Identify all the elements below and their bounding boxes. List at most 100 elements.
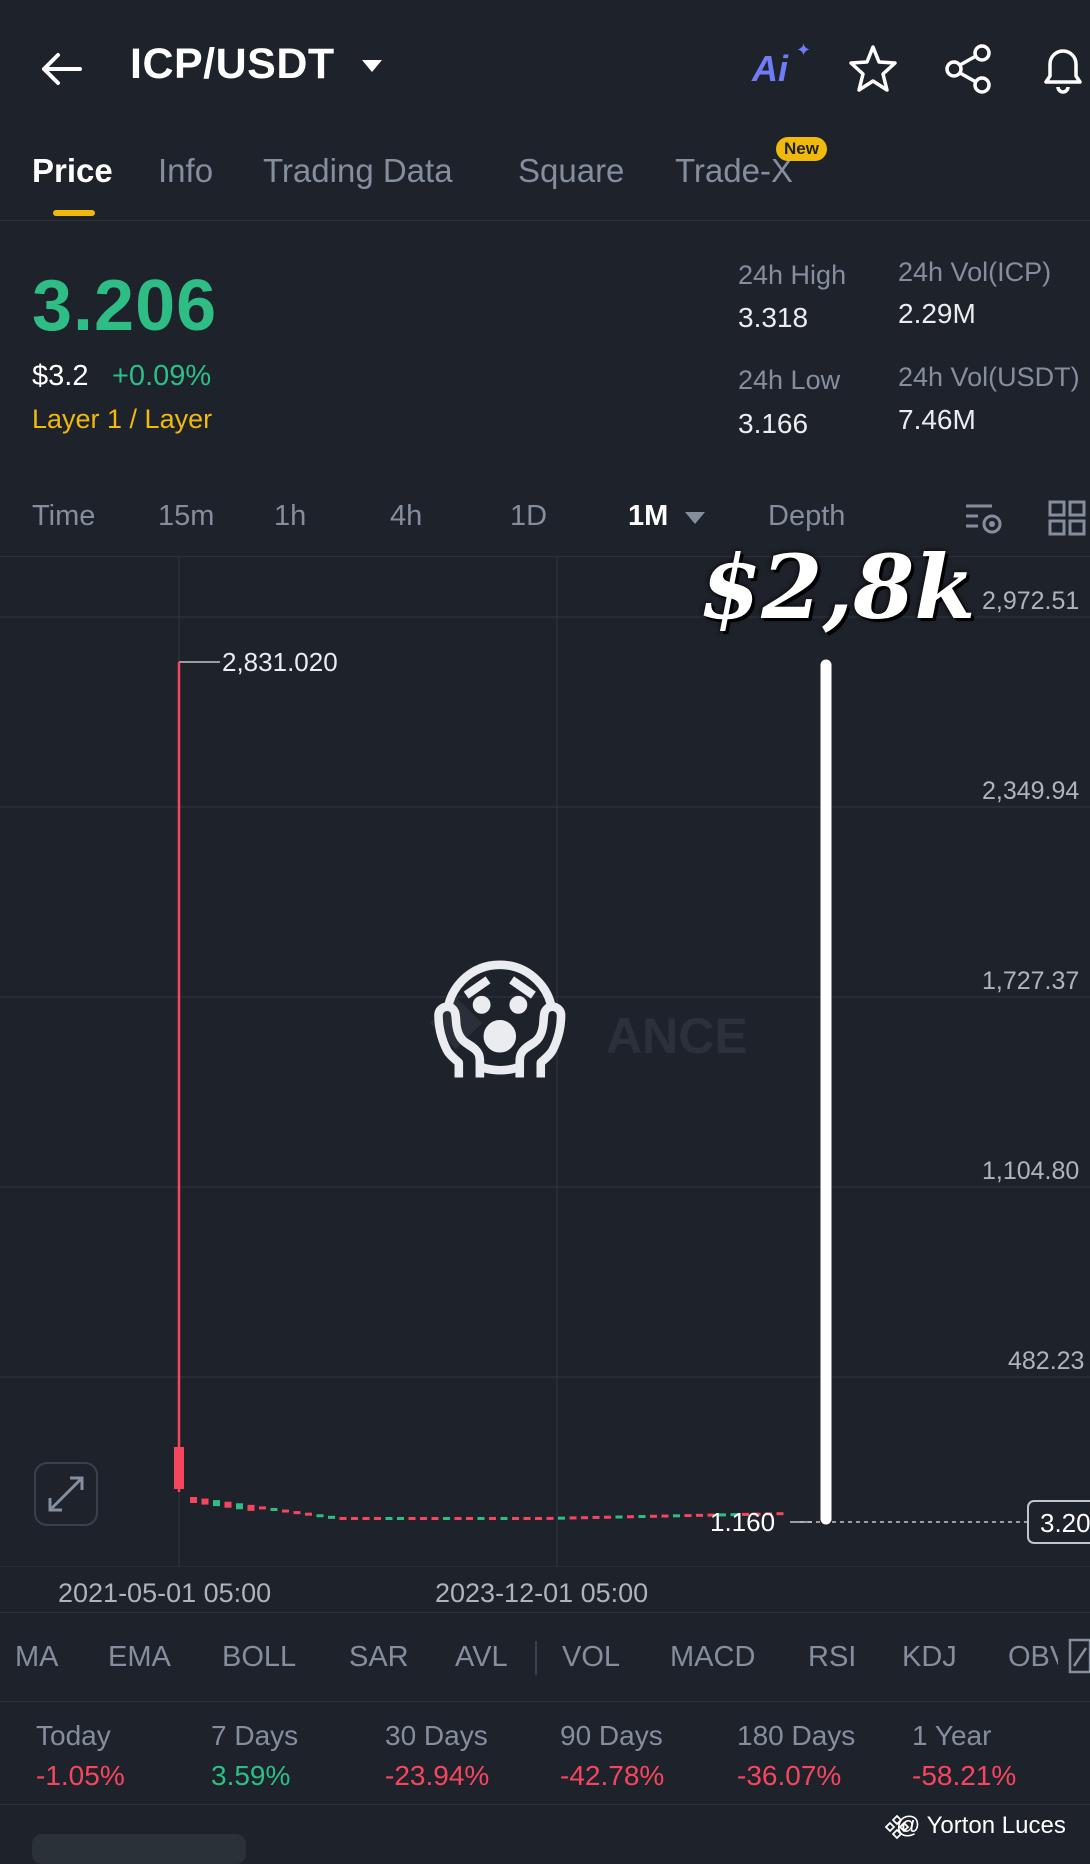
- candle-series: [190, 1497, 784, 1520]
- candle-body: [489, 1517, 496, 1520]
- perf-value-90d: -42.78%: [560, 1760, 665, 1791]
- indicator-ma[interactable]: MA: [15, 1641, 59, 1674]
- y-tick-label: 2,972.51: [982, 587, 1079, 615]
- perf-label-1y: 1 Year: [912, 1720, 992, 1751]
- low-marker-label: 1.160: [710, 1507, 775, 1537]
- bell-icon[interactable]: [1036, 42, 1090, 96]
- edit-indicators-icon[interactable]: [1068, 1636, 1090, 1676]
- category-tag[interactable]: Layer 1 / Layer: [32, 404, 212, 435]
- indicator-obv[interactable]: OBV: [1008, 1641, 1058, 1674]
- annotation-text: $2,8k: [700, 535, 976, 639]
- indicator-macd[interactable]: MACD: [670, 1641, 755, 1674]
- indicator-kdj[interactable]: KDJ: [902, 1641, 957, 1674]
- candle-body: [535, 1517, 542, 1520]
- candle-body: [431, 1517, 439, 1520]
- bottom-pill[interactable]: [32, 1834, 246, 1864]
- candle-body: [466, 1517, 473, 1520]
- vol-usdt-value: 7.46M: [898, 404, 976, 435]
- indicator-vol[interactable]: VOL: [562, 1641, 620, 1674]
- candle-body: [581, 1516, 588, 1520]
- active-tab-indicator: [53, 210, 95, 216]
- usd-price: $3.2: [32, 360, 89, 392]
- candle-body: [500, 1517, 508, 1520]
- candle-body: [673, 1514, 680, 1518]
- candle-body: [293, 1511, 301, 1515]
- candle-body: [224, 1501, 232, 1508]
- candle-body: [282, 1509, 289, 1513]
- perf-label-180d: 180 Days: [737, 1720, 856, 1751]
- ai-spark-icon: ✦: [796, 40, 812, 60]
- candle-body: [408, 1517, 416, 1520]
- tab-trading-data[interactable]: Trading Data: [263, 152, 453, 190]
- candle-body: [316, 1514, 324, 1518]
- layout-grid-icon[interactable]: [1048, 500, 1088, 536]
- high-label: 24h High: [738, 260, 847, 290]
- back-arrow-icon[interactable]: [36, 44, 86, 94]
- indicator-sar[interactable]: SAR: [349, 1641, 409, 1674]
- candle-body: [512, 1517, 519, 1520]
- tab-bar: Price Info Trading Data Square Trade-X: [0, 140, 1090, 221]
- timeframe-15m[interactable]: 15m: [158, 500, 214, 533]
- indicator-boll[interactable]: BOLL: [222, 1641, 296, 1674]
- candle-body: [420, 1517, 427, 1520]
- candle-body: [523, 1517, 531, 1520]
- perf-value-today: -1.05%: [36, 1760, 125, 1791]
- candle-body: [385, 1517, 393, 1520]
- candle-body: [339, 1517, 347, 1520]
- candle-body: [236, 1503, 243, 1510]
- timeframe-1h[interactable]: 1h: [274, 500, 306, 533]
- candle-body: [776, 1512, 784, 1516]
- expand-icon: [48, 1476, 84, 1512]
- timeframe-1d[interactable]: 1D: [510, 500, 547, 533]
- candle-body: [259, 1506, 266, 1510]
- candle-body: [592, 1515, 600, 1519]
- candle-body: [443, 1517, 450, 1520]
- tab-price[interactable]: Price: [32, 152, 113, 190]
- indicator-avl[interactable]: AVL: [455, 1641, 508, 1674]
- candle-body: [190, 1497, 197, 1503]
- low-value: 3.166: [738, 408, 809, 439]
- perf-label-90d: 90 Days: [560, 1720, 663, 1751]
- timeframe-1m[interactable]: 1M: [628, 500, 668, 533]
- credit-watermark: @ Yorton Luces: [896, 1812, 1066, 1839]
- new-badge: New: [776, 137, 827, 161]
- perf-value-180d: -36.07%: [737, 1760, 842, 1791]
- timeframe-time[interactable]: Time: [32, 500, 95, 533]
- ai-icon[interactable]: Ai: [752, 48, 788, 90]
- last-price: 3.206: [32, 266, 218, 346]
- candle-body: [558, 1516, 565, 1520]
- tab-trade-x[interactable]: Trade-X: [675, 152, 793, 190]
- candle-body: [397, 1517, 404, 1520]
- screaming-face-emoji-icon: 😱: [432, 947, 568, 1093]
- current-price-tag-label: 3.20: [1040, 1508, 1090, 1538]
- star-icon[interactable]: [846, 42, 900, 96]
- high-marker-label: 2,831.020: [222, 647, 338, 677]
- pair-title[interactable]: ICP/USDT: [130, 40, 335, 89]
- candle-body: [247, 1504, 255, 1511]
- candle-body: [174, 1447, 184, 1489]
- share-icon[interactable]: [942, 42, 996, 96]
- candle-body: [604, 1515, 611, 1519]
- candle-body: [362, 1517, 370, 1520]
- candle-body: [213, 1500, 220, 1507]
- caret-down-icon[interactable]: [360, 56, 384, 76]
- indicator-divider: [535, 1641, 537, 1675]
- perf-label-30d: 30 Days: [385, 1720, 488, 1751]
- candle-body: [374, 1517, 381, 1520]
- timeframe-4h[interactable]: 4h: [390, 500, 422, 533]
- caret-down-icon[interactable]: [684, 510, 706, 526]
- candle-body: [569, 1516, 577, 1520]
- top-bar: ICP/USDT Ai ✦: [0, 0, 1090, 130]
- chart-settings-icon[interactable]: [964, 500, 1004, 536]
- tab-info[interactable]: Info: [158, 152, 213, 190]
- candle-body: [615, 1515, 623, 1519]
- perf-value-30d: -23.94%: [385, 1760, 490, 1791]
- indicator-ema[interactable]: EMA: [108, 1641, 171, 1674]
- tab-square[interactable]: Square: [518, 152, 624, 190]
- price-change: +0.09%: [112, 360, 212, 392]
- timeframe-depth[interactable]: Depth: [768, 500, 845, 533]
- candle-body: [627, 1515, 634, 1519]
- x-tick-label: 2023-12-01 05:00: [435, 1578, 649, 1608]
- indicator-rsi[interactable]: RSI: [808, 1641, 856, 1674]
- candlestick-chart[interactable]: ANCE 2,831.020 1.160 2,972.51 2,349.94 1…: [0, 556, 1090, 1567]
